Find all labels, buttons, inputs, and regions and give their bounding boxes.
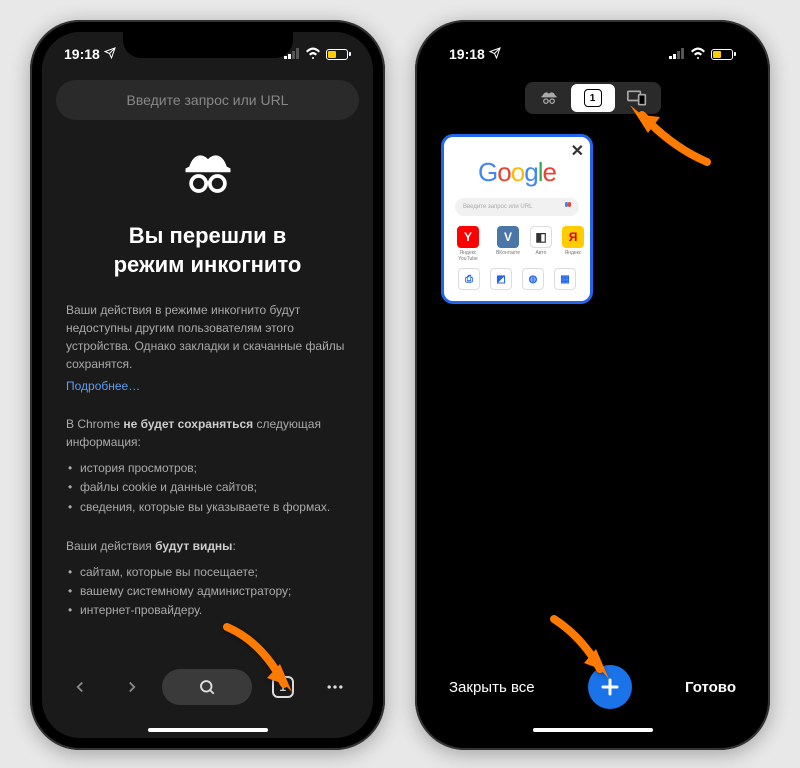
tabs-button[interactable]: 1 [261,676,305,698]
tab-preview: Google Введите запрос или URL YЯндекс Yo… [444,137,590,296]
notch [508,32,678,58]
visible-list: сайтам, которые вы посещаете; вашему сис… [66,563,349,621]
tabs-grid: ✕ Google Введите запрос или URL YЯндекс … [427,114,758,324]
battery-icon [711,49,736,60]
phone-frame-left: 19:18 Введите запрос или URL [30,20,385,750]
location-icon [489,46,501,62]
wifi-icon [690,46,706,62]
screen-incognito: 19:18 Введите запрос или URL [42,32,373,738]
done-button[interactable]: Готово [685,679,736,696]
tab-count: 1 [584,89,602,107]
address-bar[interactable]: Введите запрос или URL [56,80,359,120]
list-item: интернет-провайдеру. [66,601,349,620]
list-item: сведения, которые вы указываете в формах… [66,498,349,517]
notch [123,32,293,58]
mic-icon [565,202,571,212]
phone-frame-right: 19:18 [415,20,770,750]
status-time: 19:18 [64,46,100,62]
list-item: файлы cookie и данные сайтов; [66,478,349,497]
list-item: сайтам, которые вы посещаете; [66,563,349,582]
wifi-icon [305,46,321,62]
location-icon [104,46,116,62]
address-placeholder: Введите запрос или URL [127,92,289,108]
segment-other-devices[interactable] [615,84,659,112]
incognito-description: Ваши действия в режиме инкогнито будут н… [66,301,349,373]
segment-regular-tabs[interactable]: 1 [571,84,615,112]
not-saved-heading: В Chrome не будет сохраняться следующая … [66,415,349,451]
tab-count: 1 [272,676,294,698]
shortcuts-row-2: ⎙ ◩ ◍ ▦ [450,268,584,290]
tab-switcher-header: 1 [427,82,758,114]
back-button[interactable] [58,678,102,696]
more-button[interactable] [313,677,357,697]
shortcuts-row: YЯндекс YouTube VВКонтакте ◧Авто ЯЯндекс [450,226,584,262]
forward-button[interactable] [110,678,154,696]
home-indicator[interactable] [148,728,268,732]
segment-incognito[interactable] [527,84,571,112]
close-all-button[interactable]: Закрыть все [449,679,535,696]
battery-icon [326,49,351,60]
list-item: история просмотров; [66,459,349,478]
home-indicator[interactable] [533,728,653,732]
bottom-toolbar: Закрыть все Готово [427,660,758,730]
incognito-icon [66,146,349,206]
incognito-title: Вы перешли в режим инкогнито [66,222,349,279]
status-time: 19:18 [449,46,485,62]
close-icon[interactable]: ✕ [571,141,584,161]
tab-card[interactable]: ✕ Google Введите запрос или URL YЯндекс … [441,134,593,304]
new-tab-button[interactable] [588,665,632,709]
search-bar-preview: Введите запрос или URL [455,198,579,216]
bottom-toolbar: 1 [42,660,373,730]
learn-more-link[interactable]: Подробнее… [66,379,140,393]
visible-heading: Ваши действия будут видны: [66,537,349,555]
list-item: вашему системному администратору; [66,582,349,601]
google-logo: Google [450,157,584,188]
screen-tabs: 19:18 [427,32,758,738]
search-button[interactable] [162,669,252,705]
tab-mode-segment: 1 [525,82,661,114]
not-saved-list: история просмотров; файлы cookie и данны… [66,459,349,517]
